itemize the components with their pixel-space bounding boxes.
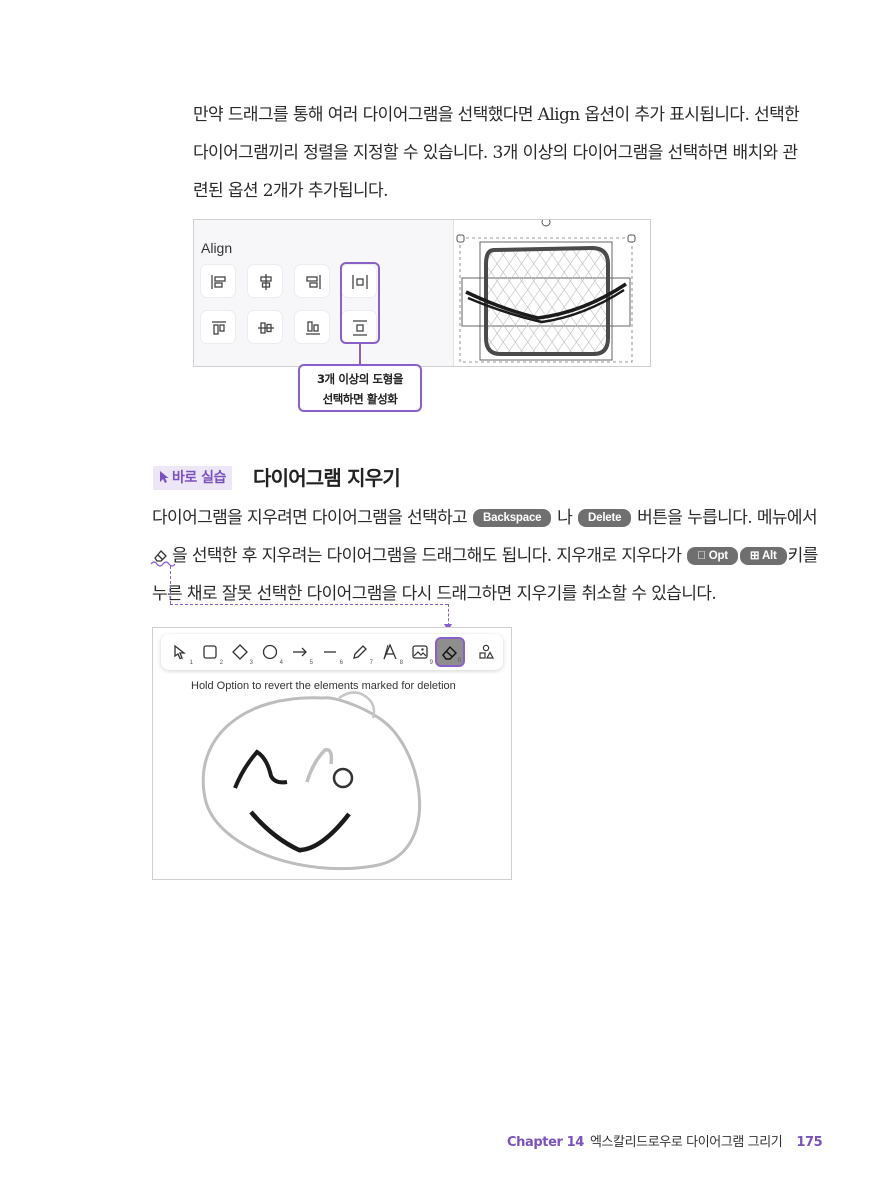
body-text: 을 선택한 후 지우려는 다이어그램을 드래그해도 됩니다. 지우개로 지우다가 bbox=[172, 546, 682, 566]
opt-key-label: Opt bbox=[697, 550, 728, 562]
pointer-line bbox=[170, 604, 448, 605]
ellipse-icon bbox=[262, 644, 278, 660]
footer-title: 엑스칼리드로우로 다이어그램 그리기 bbox=[589, 1135, 783, 1150]
rectangle-icon bbox=[203, 645, 217, 659]
body-text: 버튼을 누릅니다. 메뉴에서 bbox=[637, 508, 818, 528]
callout-note: 3개 이상의 도형을 선택하면 활성화 bbox=[298, 364, 422, 412]
page-number: 175 bbox=[796, 1135, 823, 1150]
tool-rectangle[interactable]: 2 bbox=[195, 637, 225, 667]
align-center-horizontal-button[interactable] bbox=[247, 264, 283, 298]
callout-line-1: 3개 이상의 도형을 bbox=[316, 372, 404, 386]
section-title: 다이어그램 지우기 bbox=[253, 466, 401, 490]
align-top-button[interactable] bbox=[200, 310, 236, 344]
align-left-icon bbox=[211, 275, 226, 289]
tool-shortcut: 4 bbox=[279, 660, 283, 666]
tool-pencil[interactable]: 7 bbox=[345, 637, 375, 667]
tool-shortcut: 0 bbox=[457, 658, 461, 664]
intro-paragraph: 만약 드래그를 통해 여러 다이어그램을 선택했다면 Align 옵션이 추가 … bbox=[193, 96, 800, 210]
tool-selection[interactable]: 1 bbox=[165, 637, 195, 667]
tool-arrow[interactable]: 5 bbox=[285, 637, 315, 667]
body-line-2: 을 선택한 후 지우려는 다이어그램을 드래그해도 됩니다. 지우개로 지우다가… bbox=[152, 537, 818, 575]
body-text: 나 bbox=[557, 508, 573, 528]
align-center-vertical-icon bbox=[258, 322, 274, 334]
footer-chapter: Chapter 14 bbox=[507, 1135, 584, 1150]
toolbar: 1 2 3 4 5 6 7 8 9 0 bbox=[161, 634, 503, 670]
shapes-library-icon bbox=[479, 644, 495, 659]
pencil-icon bbox=[353, 645, 367, 659]
align-right-button[interactable] bbox=[294, 264, 330, 298]
selected-shapes-canvas bbox=[456, 220, 636, 363]
intro-line: 만약 드래그를 통해 여러 다이어그램을 선택했다면 Align 옵션이 추가 … bbox=[193, 105, 800, 125]
tool-image[interactable]: 9 bbox=[405, 637, 435, 667]
align-bottom-button[interactable] bbox=[294, 310, 330, 344]
tool-shortcut: 7 bbox=[369, 660, 373, 666]
callout-line-2: 선택하면 활성화 bbox=[322, 392, 398, 406]
align-right-icon bbox=[306, 275, 321, 289]
alt-key: ⊞ Alt bbox=[739, 547, 787, 565]
align-left-button[interactable] bbox=[200, 264, 236, 298]
body-text: 다이어그램을 지우려면 다이어그램을 선택하고 bbox=[152, 508, 468, 528]
delete-key: Delete bbox=[578, 509, 632, 527]
body-text: 키를 bbox=[776, 546, 819, 566]
tool-shortcut: 6 bbox=[339, 660, 343, 666]
align-options-figure: Align bbox=[193, 219, 651, 367]
align-center-vertical-button[interactable] bbox=[247, 310, 283, 344]
image-icon bbox=[412, 645, 428, 659]
body-line-3: 누른 채로 잘못 선택한 다이어그램을 다시 드래그하면 지우기를 취소할 수 … bbox=[152, 584, 717, 604]
selection-arrow-icon bbox=[174, 644, 186, 660]
align-label: Align bbox=[201, 240, 233, 256]
tool-text[interactable]: 8 bbox=[375, 637, 405, 667]
body-paragraph: 다이어그램을 지우려면 다이어그램을 선택하고 Backspace 나 Dele… bbox=[152, 499, 818, 613]
practice-badge: 바로 실습 bbox=[153, 466, 232, 490]
squiggle-underline bbox=[150, 561, 176, 567]
align-bottom-icon bbox=[306, 321, 320, 335]
tool-shortcut: 9 bbox=[429, 660, 433, 666]
arrow-icon bbox=[293, 647, 307, 657]
intro-line: 련된 옵션 2개가 추가됩니다. bbox=[193, 181, 388, 201]
align-top-icon bbox=[212, 321, 226, 335]
eraser-figure: 1 2 3 4 5 6 7 8 9 0 Hold Option to rever… bbox=[152, 627, 512, 880]
pointer-line bbox=[448, 604, 449, 626]
tool-shortcut: 2 bbox=[219, 660, 223, 666]
align-center-horizontal-icon bbox=[260, 274, 272, 290]
tool-diamond[interactable]: 3 bbox=[225, 637, 255, 667]
tool-shortcut: 3 bbox=[249, 660, 253, 666]
align-panel: Align bbox=[194, 220, 454, 366]
tool-library[interactable] bbox=[471, 637, 501, 667]
intro-line: 다이어그램끼리 정렬을 지정할 수 있습니다. 3개 이상의 다이어그램을 선택… bbox=[193, 143, 798, 163]
pointer-line bbox=[170, 566, 171, 604]
tool-eraser[interactable]: 0 bbox=[435, 637, 465, 667]
body-line-1: 다이어그램을 지우려면 다이어그램을 선택하고 Backspace 나 Dele… bbox=[152, 499, 818, 537]
backspace-key: Backspace bbox=[473, 509, 552, 527]
line-icon bbox=[324, 651, 336, 653]
page-footer: Chapter 14 엑스칼리드로우로 다이어그램 그리기 175 bbox=[507, 1133, 823, 1153]
highlight-box bbox=[340, 262, 380, 344]
smiley-drawing bbox=[201, 691, 421, 871]
opt-key:  Opt bbox=[687, 547, 738, 565]
tool-line[interactable]: 6 bbox=[315, 637, 345, 667]
tool-shortcut: 5 bbox=[309, 660, 313, 666]
text-icon bbox=[383, 643, 397, 660]
alt-key-label: Alt bbox=[750, 550, 777, 562]
practice-badge-label: 바로 실습 bbox=[172, 470, 226, 486]
tool-ellipse[interactable]: 4 bbox=[255, 637, 285, 667]
cursor-icon bbox=[160, 471, 169, 483]
diamond-icon bbox=[232, 644, 248, 660]
tool-shortcut: 1 bbox=[189, 660, 193, 666]
tool-shortcut: 8 bbox=[399, 660, 403, 666]
